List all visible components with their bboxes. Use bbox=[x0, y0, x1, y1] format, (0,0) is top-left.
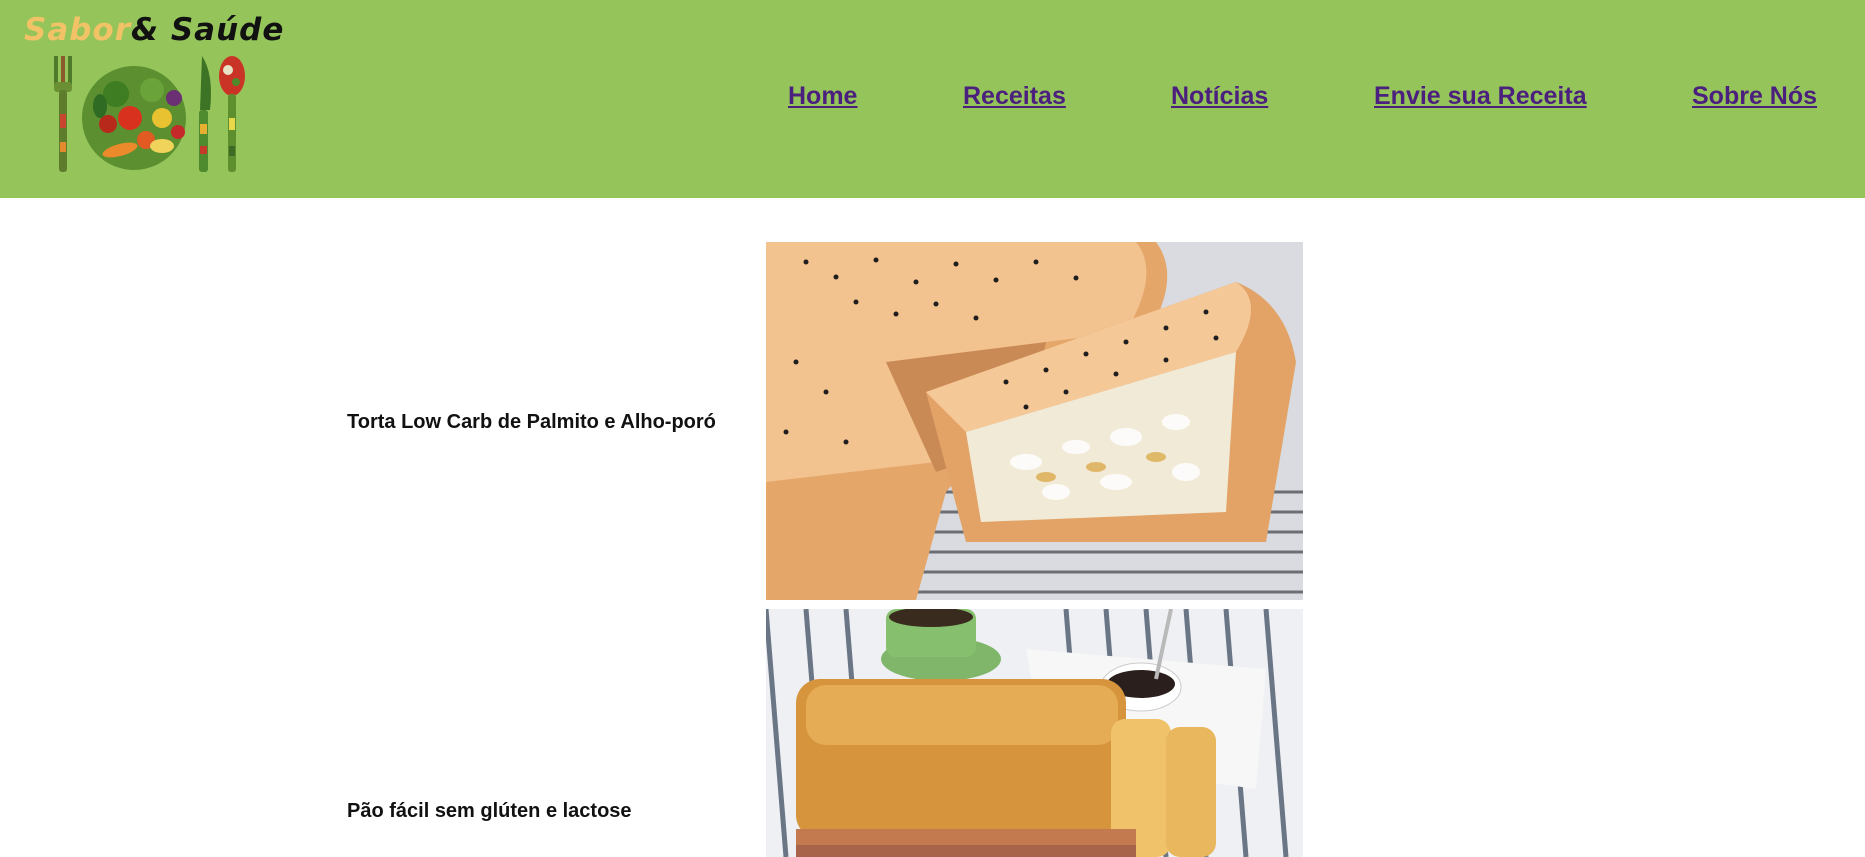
main-nav: Home Receitas Notícias Envie sua Receita… bbox=[0, 82, 1865, 122]
recipe-title-pao[interactable]: Pão fácil sem glúten e lactose bbox=[347, 800, 632, 823]
nav-link-home[interactable]: Home bbox=[788, 82, 857, 111]
recipe-image-torta[interactable] bbox=[766, 242, 1303, 600]
recipe-title-torta[interactable]: Torta Low Carb de Palmito e Alho-poró bbox=[347, 411, 716, 434]
nav-link-envie-sua-receita[interactable]: Envie sua Receita bbox=[1374, 82, 1587, 111]
logo-word-sabor: Sabor bbox=[24, 12, 132, 48]
logo-word-saude: & Saúde bbox=[131, 12, 285, 48]
recipe-image-pao[interactable] bbox=[766, 609, 1303, 857]
nav-link-sobre-nos[interactable]: Sobre Nós bbox=[1692, 82, 1817, 111]
nav-link-receitas[interactable]: Receitas bbox=[963, 82, 1066, 111]
torta-photo bbox=[766, 242, 1303, 600]
pao-photo bbox=[766, 609, 1303, 857]
logo-title: Sabor& Saúde bbox=[24, 12, 284, 48]
nav-link-noticias[interactable]: Notícias bbox=[1171, 82, 1268, 111]
site-header: Sabor& Saúde Home Receitas Notícias Envi… bbox=[0, 0, 1865, 198]
